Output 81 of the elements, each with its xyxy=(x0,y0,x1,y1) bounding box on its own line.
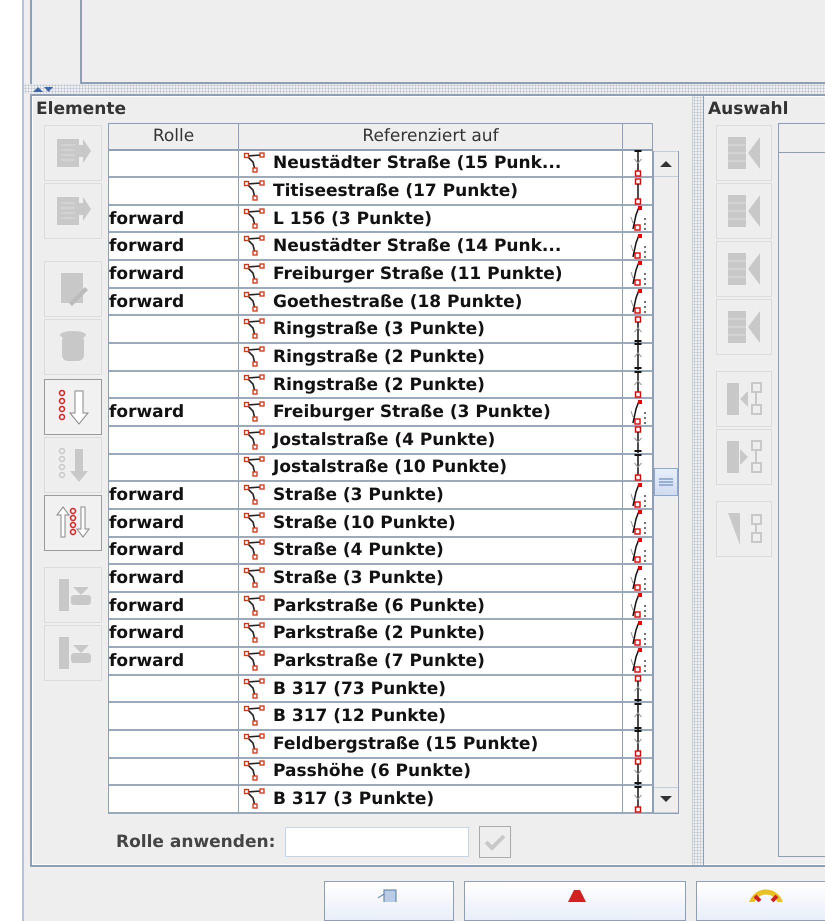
table-cell: Parkstraße (2 Punkte) xyxy=(239,620,623,648)
table-cell: Feldbergstraße (15 Punkte) xyxy=(239,731,623,759)
scroll-up-icon[interactable] xyxy=(660,160,672,168)
lifebuoy-icon xyxy=(747,888,785,902)
grip-icon[interactable] xyxy=(659,478,673,486)
scrollbar[interactable] xyxy=(653,150,679,814)
dialog-button[interactable] xyxy=(696,880,825,921)
table-cell: forward xyxy=(109,399,239,427)
tool-button[interactable] xyxy=(44,494,102,551)
tool-button[interactable] xyxy=(44,378,102,435)
column-header[interactable]: Rolle xyxy=(109,122,239,151)
dialog-button[interactable] xyxy=(464,880,686,921)
way-icon xyxy=(243,346,267,368)
way-icon xyxy=(243,760,267,782)
table-cell: B 317 (73 Punkte) xyxy=(239,676,623,704)
table-cell: Neustädter Straße (14 Punk... xyxy=(239,233,623,262)
table-cell: Jostalstraße (10 Punkte) xyxy=(239,454,623,482)
dialog-button[interactable] xyxy=(324,880,454,921)
splitter-handle[interactable] xyxy=(692,96,704,865)
way-icon xyxy=(243,208,267,230)
way-icon xyxy=(243,484,267,506)
table-cell: Ringstraße (2 Punkte) xyxy=(239,344,623,372)
way-icon xyxy=(243,594,267,617)
table-cell: L 156 (3 Punkte) xyxy=(239,206,623,234)
way-icon xyxy=(243,678,267,700)
way-icon xyxy=(243,650,267,672)
table-cell: Freiburger Straße (11 Punkte) xyxy=(239,261,623,289)
table-cell: Straße (3 Punkte) xyxy=(239,565,623,593)
way-icon xyxy=(243,318,267,340)
way-icon xyxy=(243,622,267,644)
panel-title: Elemente xyxy=(35,98,127,121)
table-cell: forward xyxy=(109,288,239,316)
table-cell: forward xyxy=(109,482,239,510)
table-cell: forward xyxy=(109,233,239,262)
table-cell: Parkstraße (7 Punkte) xyxy=(239,648,623,676)
way-icon xyxy=(243,732,267,755)
way-icon xyxy=(243,788,267,810)
table-cell: Straße (10 Punkte) xyxy=(239,510,623,538)
table-cell: B 317 (12 Punkte) xyxy=(239,703,623,732)
table-cell: Passhöhe (6 Punkte) xyxy=(239,758,623,786)
table-cell: forward xyxy=(109,620,239,648)
way-icon xyxy=(243,262,267,285)
way-icon xyxy=(243,374,267,396)
way-icon xyxy=(243,180,267,202)
way-icon xyxy=(243,705,267,728)
table-cell: B 317 (3 Punkte) xyxy=(239,786,623,814)
way-icon xyxy=(243,290,267,313)
table-cell: Straße (4 Punkte) xyxy=(239,538,623,566)
splitter-handle[interactable] xyxy=(24,84,825,94)
table-cell: Straße (3 Punkte) xyxy=(239,482,623,510)
table-cell: Parkstraße (6 Punkte) xyxy=(239,592,623,620)
way-icon xyxy=(243,235,267,258)
table-cell: forward xyxy=(109,261,239,289)
table-cell: Goethestraße (18 Punkte) xyxy=(239,288,623,316)
way-icon xyxy=(243,539,267,562)
table-cell: forward xyxy=(109,648,239,676)
way-icon xyxy=(243,401,267,424)
way-icon xyxy=(243,566,267,589)
table-cell: forward xyxy=(109,510,239,538)
way-icon xyxy=(243,456,267,478)
way-icon xyxy=(243,428,267,451)
splitter-arrows-icon[interactable] xyxy=(32,85,54,94)
table-cell: Jostalstraße (4 Punkte) xyxy=(239,426,623,455)
field-label: Rolle anwenden: xyxy=(116,832,276,852)
column-header[interactable]: Referenziert auf xyxy=(239,122,623,151)
role-field[interactable] xyxy=(285,826,470,857)
panel-title: Auswahl xyxy=(707,98,790,121)
way-icon xyxy=(243,152,267,174)
table-cell: Ringstraße (2 Punkte) xyxy=(239,372,623,400)
table-cell: Titiseestraße (17 Punkte) xyxy=(239,178,623,206)
table-cell: forward xyxy=(109,206,239,234)
way-icon xyxy=(243,512,267,534)
table-cell: forward xyxy=(109,565,239,593)
checkmark-icon xyxy=(484,832,506,851)
scroll-down-icon[interactable] xyxy=(660,796,672,804)
table-cell: Neustädter Straße (15 Punk... xyxy=(239,150,623,178)
selection-list[interactable] xyxy=(778,122,825,857)
table-cell: Freiburger Straße (3 Punkte) xyxy=(239,399,623,427)
table-cell: Ringstraße (3 Punkte) xyxy=(239,316,623,344)
table-cell: forward xyxy=(109,592,239,620)
table-cell: forward xyxy=(109,538,239,566)
